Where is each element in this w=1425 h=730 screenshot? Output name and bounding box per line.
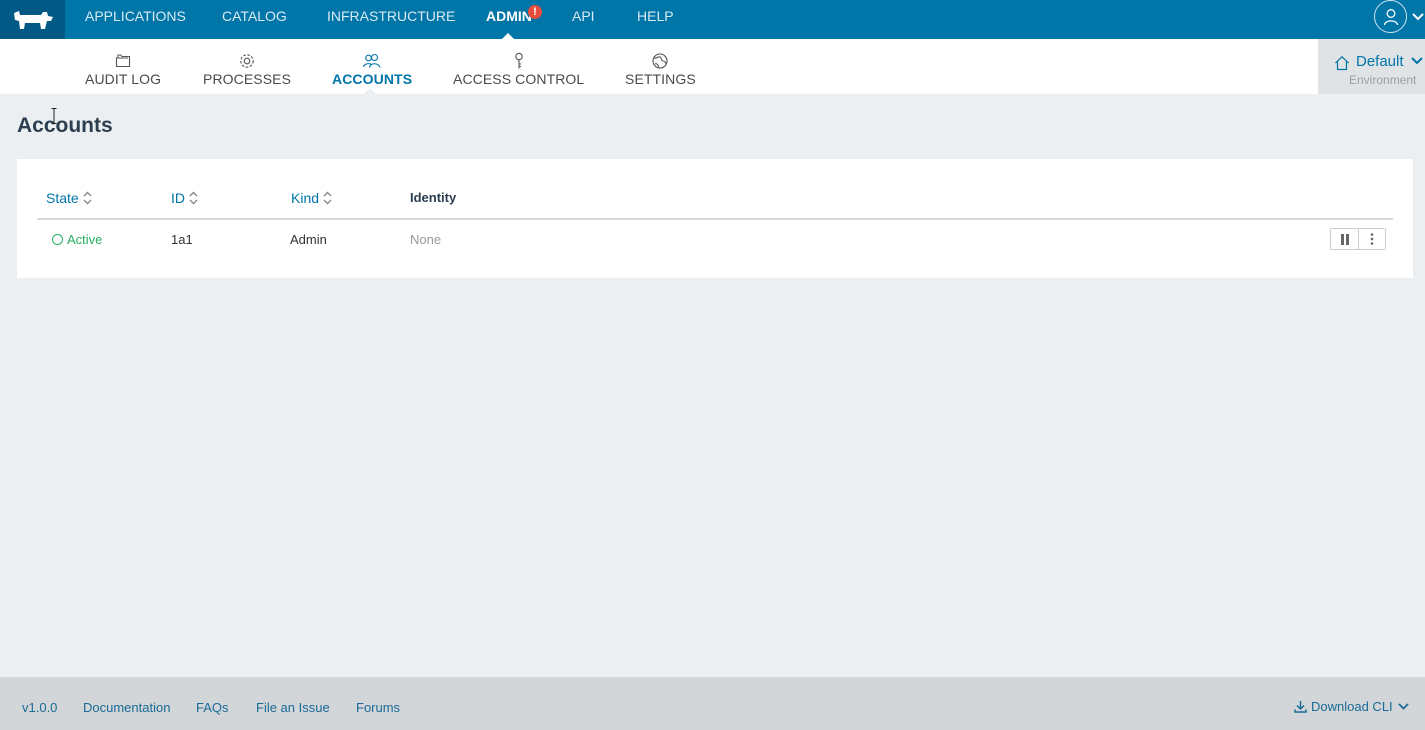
- deactivate-button[interactable]: [1331, 229, 1358, 249]
- alert-badge: !: [528, 5, 542, 19]
- key-icon: [514, 51, 524, 71]
- column-header-identity: Identity: [410, 190, 456, 205]
- admin-subnav: AUDIT LOG PROCESSES ACCOUNTS ACCESS CONT…: [0, 39, 1318, 94]
- sort-icon: [83, 191, 92, 205]
- version-link[interactable]: v1.0.0: [22, 700, 57, 715]
- nav-catalog[interactable]: CATALOG: [222, 0, 287, 39]
- pause-icon: [1340, 233, 1349, 245]
- download-icon: [1294, 701, 1307, 713]
- users-icon: [362, 51, 382, 71]
- gear-icon: [238, 51, 256, 71]
- kind-cell: Admin: [290, 232, 327, 247]
- user-icon: [1383, 8, 1398, 25]
- forums-link[interactable]: Forums: [356, 700, 400, 715]
- subnav-label: ACCOUNTS: [332, 71, 413, 87]
- identity-cell: None: [410, 232, 442, 247]
- column-header-label: ID: [171, 190, 185, 206]
- circle-icon: [52, 234, 63, 245]
- nav-help[interactable]: HELP: [637, 0, 674, 39]
- subnav-processes[interactable]: PROCESSES: [203, 39, 291, 94]
- state-cell: Active: [52, 232, 102, 247]
- more-actions-button[interactable]: [1358, 229, 1385, 249]
- subnav-label: AUDIT LOG: [85, 71, 162, 87]
- column-header-id[interactable]: ID: [171, 190, 198, 206]
- nav-infrastructure[interactable]: INFRASTRUCTURE: [327, 0, 455, 39]
- nav-api[interactable]: API: [572, 0, 595, 39]
- environment-name: Default: [1356, 53, 1404, 70]
- subnav-accounts[interactable]: ACCOUNTS: [332, 39, 412, 94]
- table-header-divider: [37, 218, 1393, 220]
- home-icon: [1335, 55, 1349, 71]
- column-header-label: State: [46, 190, 79, 206]
- column-header-kind[interactable]: Kind: [291, 190, 332, 206]
- subnav-audit-log[interactable]: AUDIT LOG: [85, 39, 161, 94]
- column-header-label: Identity: [410, 190, 457, 205]
- top-navbar: APPLICATIONS CATALOG INFRASTRUCTURE ADMI…: [0, 0, 1425, 39]
- chevron-down-icon: [1411, 57, 1423, 65]
- row-actions: [1330, 228, 1386, 250]
- nav-applications[interactable]: APPLICATIONS: [85, 0, 186, 39]
- environment-sublabel: Environment: [1349, 73, 1417, 87]
- subnav-label: ACCESS CONTROL: [453, 71, 585, 87]
- sort-icon: [323, 191, 332, 205]
- subnav-label: SETTINGS: [625, 71, 696, 87]
- download-cli-label: Download CLI: [1311, 699, 1393, 714]
- subnav-active-caret: [364, 88, 376, 94]
- text-cursor-icon: [51, 108, 57, 124]
- subnav-access-control[interactable]: ACCESS CONTROL: [453, 39, 584, 94]
- footer: v1.0.0 Documentation FAQs File an Issue …: [0, 677, 1425, 730]
- state-label: Active: [67, 232, 103, 247]
- download-cli-button[interactable]: Download CLI: [1294, 699, 1409, 714]
- column-header-state[interactable]: State: [46, 190, 92, 206]
- logo[interactable]: [0, 0, 65, 39]
- id-cell: 1a1: [171, 232, 193, 247]
- faqs-link[interactable]: FAQs: [196, 700, 229, 715]
- subnav-label: PROCESSES: [203, 71, 292, 87]
- file-an-issue-link[interactable]: File an Issue: [256, 700, 330, 715]
- user-menu[interactable]: [1374, 0, 1425, 33]
- rancher-cow-icon: [13, 10, 53, 29]
- kebab-menu-icon: [1370, 233, 1374, 245]
- environment-selector[interactable]: Default Environment: [1318, 39, 1425, 94]
- chevron-down-icon: [1398, 703, 1409, 710]
- column-header-label: Kind: [291, 190, 320, 206]
- chevron-down-icon: [1412, 12, 1424, 20]
- subnav-settings[interactable]: SETTINGS: [625, 39, 696, 94]
- sort-icon: [189, 191, 198, 205]
- documentation-link[interactable]: Documentation: [83, 700, 170, 715]
- avatar: [1374, 0, 1407, 33]
- page-title: Accounts: [17, 114, 113, 137]
- folder-icon: [115, 51, 131, 71]
- globe-icon: [651, 51, 669, 71]
